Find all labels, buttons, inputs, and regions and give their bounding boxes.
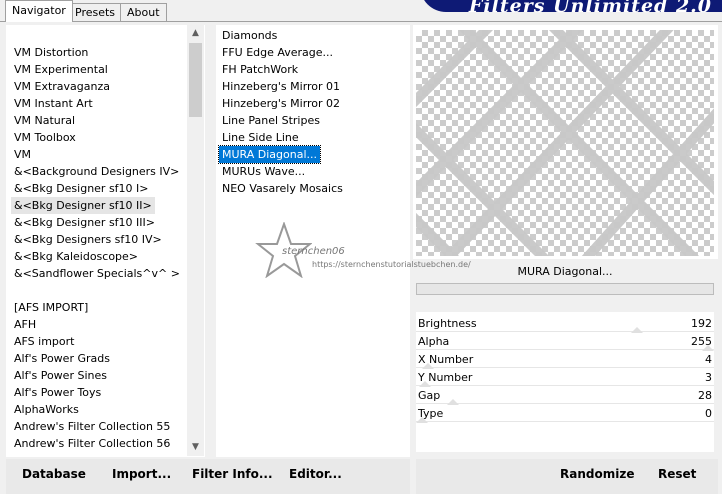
param-slider[interactable]: X Number 4 xyxy=(416,351,714,369)
filter-item[interactable]: MURA Diagonal... xyxy=(218,145,321,164)
param-value: 28 xyxy=(698,389,712,402)
category-item[interactable]: &<Sandflower Specials^v^ > xyxy=(11,265,183,282)
param-label: Y Number xyxy=(418,371,473,384)
preview-caption: MURA Diagonal... xyxy=(517,265,613,278)
slider-track[interactable] xyxy=(416,403,714,404)
category-item[interactable]: &<Background Designers IV> xyxy=(11,163,182,180)
database-button[interactable]: Database xyxy=(22,462,86,487)
category-item[interactable]: VM Instant Art xyxy=(11,95,96,112)
filter-item[interactable]: NEO Vasarely Mosaics xyxy=(219,180,346,197)
category-item[interactable]: VM Toolbox xyxy=(11,129,79,146)
category-item[interactable] xyxy=(11,282,17,299)
param-value: 3 xyxy=(705,371,712,384)
param-slider[interactable]: Alpha 255 xyxy=(416,333,714,351)
category-item[interactable]: VM Distortion xyxy=(11,44,91,61)
category-scrollbar[interactable]: ▲ ▼ xyxy=(187,25,204,456)
category-item[interactable]: &<Bkg Designer sf10 II> xyxy=(11,197,155,214)
param-label: Alpha xyxy=(418,335,450,348)
category-item[interactable]: AFH xyxy=(11,316,39,333)
param-value: 0 xyxy=(705,407,712,420)
category-item[interactable]: &<Bkg Designer sf10 III> xyxy=(11,214,158,231)
filter-info-button[interactable]: Filter Info... xyxy=(192,462,273,487)
param-label: Brightness xyxy=(418,317,477,330)
filter-item[interactable]: MURUs Wave... xyxy=(219,163,308,180)
category-item[interactable]: Alf's Power Toys xyxy=(11,384,104,401)
filter-item[interactable]: Line Side Line xyxy=(219,129,302,146)
param-label: Type xyxy=(418,407,444,420)
param-slider[interactable]: Type 0 xyxy=(416,405,714,423)
slider-track[interactable] xyxy=(416,421,714,422)
filter-item[interactable]: Hinzeberg's Mirror 01 xyxy=(219,78,343,95)
category-item[interactable]: AFS import xyxy=(11,333,77,350)
preview-image xyxy=(416,30,714,256)
filter-item[interactable]: Diamonds xyxy=(219,27,280,44)
param-value: 192 xyxy=(691,317,712,330)
category-item[interactable]: &<Bkg Designers sf10 IV> xyxy=(11,231,165,248)
scroll-up-icon[interactable]: ▲ xyxy=(187,25,204,42)
param-value: 255 xyxy=(691,335,712,348)
param-label: X Number xyxy=(418,353,474,366)
param-value: 4 xyxy=(705,353,712,366)
category-item[interactable]: VM Natural xyxy=(11,112,78,129)
reset-button[interactable]: Reset xyxy=(658,462,696,487)
randomize-button[interactable]: Randomize xyxy=(560,462,634,487)
param-slider[interactable]: Gap 28 xyxy=(416,387,714,405)
category-item[interactable]: Alf's Power Grads xyxy=(11,350,113,367)
param-slider[interactable]: Y Number 3 xyxy=(416,369,714,387)
tab-about[interactable]: About xyxy=(120,3,167,22)
editor-button[interactable]: Editor... xyxy=(289,462,342,487)
app-banner: Filters Unlimited 2.0 xyxy=(420,0,722,17)
filter-item[interactable]: FH PatchWork xyxy=(219,61,301,78)
category-item[interactable]: Andrew's Filter Collection 56 xyxy=(11,435,173,452)
category-item[interactable]: Alf's Power Sines xyxy=(11,367,110,384)
tab-bar: Navigator Presets About Filters Unlimite… xyxy=(0,0,722,22)
parameter-panel: Brightness 192 Alpha 255 X Number 4 Y Number 3 G… xyxy=(416,312,714,452)
param-slider[interactable]: Brightness 192 xyxy=(416,315,714,333)
category-item[interactable]: AlphaWorks xyxy=(11,401,82,418)
watermark-name: sternchen06 xyxy=(282,246,345,257)
scroll-thumb[interactable] xyxy=(189,43,202,117)
import-button[interactable]: Import... xyxy=(112,462,171,487)
category-list[interactable]: VM Distortion VM Experimental VM Extravaga… xyxy=(6,25,205,457)
progress-bar xyxy=(416,283,714,295)
category-item[interactable]: VM xyxy=(11,146,34,163)
banner-title: Filters Unlimited 2.0 xyxy=(468,0,712,17)
category-item[interactable]: &<Bkg Kaleidoscope> xyxy=(11,248,141,265)
filter-item[interactable]: Hinzeberg's Mirror 02 xyxy=(219,95,343,112)
category-item[interactable]: VM Experimental xyxy=(11,61,111,78)
scroll-down-icon[interactable]: ▼ xyxy=(187,439,204,456)
category-item[interactable]: Andrew's Filter Collection 55 xyxy=(11,418,173,435)
tab-navigator[interactable]: Navigator xyxy=(5,0,73,22)
filter-item[interactable]: FFU Edge Average... xyxy=(219,44,336,61)
filter-item[interactable]: Line Panel Stripes xyxy=(219,112,323,129)
tab-presets[interactable]: Presets xyxy=(68,3,123,22)
tab-divider xyxy=(0,21,722,22)
slider-track[interactable] xyxy=(416,349,714,350)
category-item[interactable]: VM Extravaganza xyxy=(11,78,113,95)
param-label: Gap xyxy=(418,389,441,402)
category-item[interactable]: &<Bkg Designer sf10 I> xyxy=(11,180,152,197)
category-item[interactable]: [AFS IMPORT] xyxy=(11,299,91,316)
